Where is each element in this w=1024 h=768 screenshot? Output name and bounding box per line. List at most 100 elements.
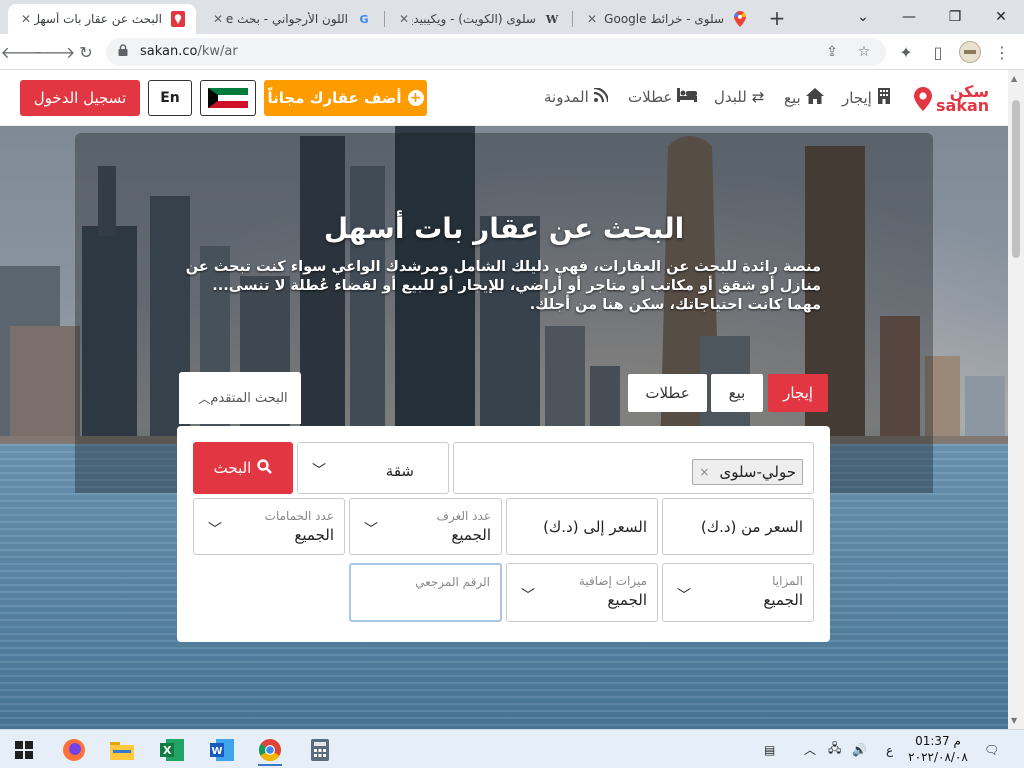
system-clock[interactable]: 01:37 م ٢٠٢٢/٠٨/٠٨ (906, 733, 970, 765)
nav-blog[interactable]: المدونة (544, 86, 609, 106)
browser-tab-strip: البحث عن عقار بات أسهل ✕ G اللون الأرجوا… (0, 0, 1024, 34)
building-icon (877, 88, 891, 108)
site-logo[interactable]: سكن sakan (914, 82, 994, 116)
sakan-pin-icon (170, 11, 186, 27)
hero-section: البحث عن عقار بات أسهل منصة رائدة للبحث … (0, 126, 1008, 729)
browser-tab[interactable]: سلوى - خرائط Google ✕ (574, 4, 758, 34)
calculator-icon[interactable] (300, 734, 340, 766)
remove-chip-icon[interactable]: × (699, 465, 709, 479)
tray-chevron-up-icon[interactable]: ︿ (804, 730, 816, 768)
chrome-icon[interactable] (250, 734, 290, 766)
bookmark-star-icon[interactable]: ☆ (854, 42, 874, 62)
forward-button[interactable]: 🡒 (33, 38, 76, 66)
chevron-down-icon: ﹀ (208, 521, 222, 538)
google-icon: G (359, 12, 369, 26)
svg-text:W: W (212, 746, 223, 757)
login-button[interactable]: تسجيل الدخول (20, 80, 140, 116)
nav-label: إيجار (842, 89, 872, 107)
tab-rent[interactable]: إيجار (768, 374, 828, 412)
search-icon (257, 458, 273, 478)
exchange-icon: ⇄ (751, 88, 765, 106)
kuwait-flag-icon (208, 88, 248, 108)
search-button[interactable]: البحث (193, 442, 293, 494)
location-input[interactable]: حولي-سلوى × (453, 442, 814, 494)
browser-tab[interactable]: W سلوى (الكويت) - ويكيبيديا ✕ (386, 4, 570, 34)
browser-toolbar: 🡐 🡒 ↻ sakan.co/kw/ar ⇪ ☆ ✦ ▯ ⋮ (0, 34, 1024, 70)
share-icon[interactable]: ⇪ (822, 42, 842, 62)
excel-icon[interactable]: X (152, 734, 192, 766)
close-icon[interactable]: ✕ (584, 12, 600, 26)
price-to-input[interactable]: السعر إلى (د.ك) (506, 498, 658, 555)
file-explorer-icon[interactable] (102, 734, 142, 766)
nav-exchange[interactable]: ⇄ للبدل (714, 88, 764, 106)
nav-label: بيع (784, 89, 801, 107)
nav-sale[interactable]: بيع (784, 88, 824, 108)
windows-taskbar: X W ▤ ︿ 🖧 🔊 ع 01:37 م ٢٠٢٢/٠٨/٠٨ 🗨 (0, 729, 1024, 768)
close-icon[interactable]: ✕ (18, 12, 34, 26)
extensions-icon[interactable]: ✦ (892, 38, 920, 66)
input-language-indicator[interactable]: ع (886, 730, 893, 768)
features-select[interactable]: المزايا الجميع ﹀ (662, 563, 814, 622)
new-tab-button[interactable]: + (764, 6, 790, 32)
country-selector-button[interactable] (200, 80, 256, 116)
browser-tab[interactable]: G اللون الأرجواني - بحث Google ✕ (200, 4, 382, 34)
add-property-button[interactable]: + أضف عقارك مجاناً (264, 80, 427, 116)
search-form: حولي-سلوى × شقة ﹀ البحث السعر من (د.ك) ا… (177, 426, 830, 642)
keyboard-icon[interactable]: ▤ (764, 730, 775, 768)
tab-sale[interactable]: بيع (711, 374, 763, 412)
profile-avatar[interactable] (956, 38, 984, 66)
page-scrollbar[interactable]: ▲ ▼ (1008, 70, 1024, 729)
svg-text:X: X (163, 744, 172, 757)
chevron-down-icon: ﹀ (312, 463, 326, 479)
side-panel-icon[interactable]: ▯ (924, 38, 952, 66)
tab-search-icon[interactable]: ⌄ (840, 0, 886, 34)
property-type-select[interactable]: شقة ﹀ (297, 442, 449, 494)
plus-circle-icon: + (407, 90, 424, 106)
chevron-down-icon: ﹀ (521, 587, 535, 604)
nav-label: عطلات (628, 88, 673, 106)
firefox-icon[interactable] (54, 734, 94, 766)
minimize-button[interactable]: — (886, 0, 932, 34)
window-close-button[interactable]: ✕ (978, 0, 1024, 34)
tab-title: اللون الأرجواني - بحث Google (226, 12, 348, 26)
site-header: سكن sakan إيجار بيع ⇄ للبدل عطلات المدون… (0, 70, 1008, 126)
logo-text-en: sakan (936, 96, 990, 115)
address-bar[interactable]: sakan.co/kw/ar ⇪ ☆ (106, 38, 886, 66)
notifications-icon[interactable]: 🗨 (984, 730, 999, 768)
tab-title: سلوى (الكويت) - ويكيبيديا (412, 12, 536, 26)
google-maps-icon (732, 11, 748, 27)
extras-select[interactable]: ميزات إضافية الجميع ﹀ (506, 563, 658, 622)
hero-title: البحث عن عقار بات أسهل (323, 212, 685, 245)
nav-holidays[interactable]: عطلات (628, 88, 698, 106)
nav-label: للبدل (714, 88, 747, 106)
restore-button[interactable]: ❐ (932, 0, 978, 34)
close-icon[interactable]: ✕ (210, 12, 226, 26)
nav-rent[interactable]: إيجار (842, 88, 891, 108)
sakan-pin-icon (914, 87, 932, 111)
menu-kebab-icon[interactable]: ⋮ (988, 38, 1016, 66)
network-icon[interactable]: 🖧 (828, 730, 841, 768)
close-icon[interactable]: ✕ (396, 12, 412, 26)
reference-number-input[interactable]: الرقم المرجعي (349, 563, 502, 622)
volume-icon[interactable]: 🔊 (852, 730, 867, 768)
hero-description: منصة رائدة للبحث عن العقارات، فهي دليلك … (185, 259, 821, 313)
rooms-select[interactable]: عدد الغرف الجميع ﹀ (349, 498, 502, 555)
chevron-down-icon: ﹀ (677, 587, 691, 604)
baths-select[interactable]: عدد الحمامات الجميع ﹀ (193, 498, 345, 555)
advanced-search-toggle[interactable]: البحث المتقدم ︿ (179, 372, 301, 424)
language-switch-button[interactable]: En (148, 80, 192, 116)
tab-holidays[interactable]: عطلات (628, 374, 707, 412)
reload-button[interactable]: ↻ (72, 38, 100, 66)
nav-label: المدونة (544, 88, 589, 106)
lock-icon (118, 44, 128, 56)
bed-icon (677, 88, 698, 106)
wikipedia-icon: W (545, 12, 559, 26)
word-icon[interactable]: W (202, 734, 242, 766)
windows-start-icon[interactable] (4, 734, 44, 766)
scrollbar-thumb[interactable] (1012, 100, 1020, 258)
price-from-input[interactable]: السعر من (د.ك) (662, 498, 814, 555)
browser-tab-active[interactable]: البحث عن عقار بات أسهل ✕ (8, 4, 196, 34)
location-chip[interactable]: حولي-سلوى × (692, 459, 803, 485)
chevron-down-icon: ﹀ (364, 521, 378, 538)
chevron-up-icon: ︿ (198, 391, 211, 406)
